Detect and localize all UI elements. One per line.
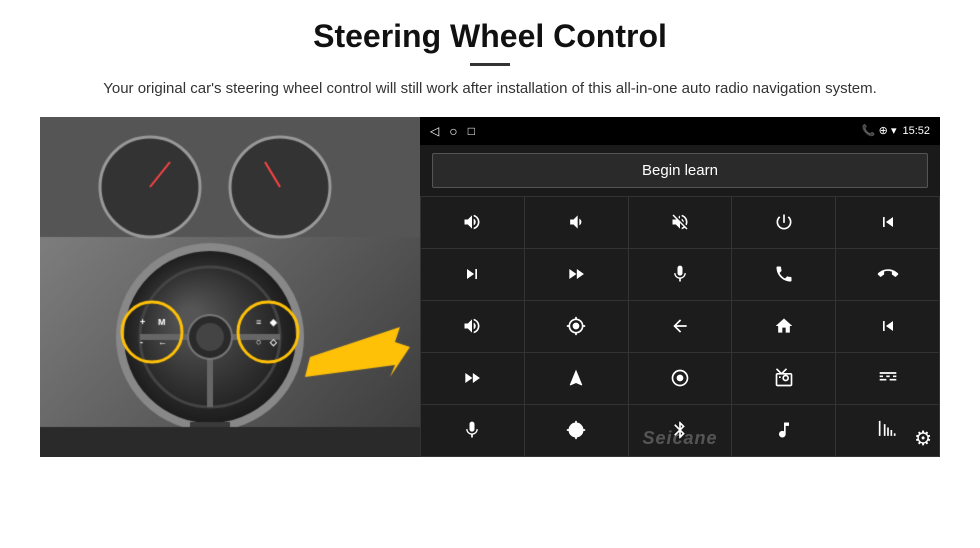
ctrl-btn-source[interactable] [629,353,732,404]
ctrl-btn-home[interactable] [732,301,835,352]
content-row: ◁ ○ □ 📞 ⊕ ▾ 15:52 Begin learn Seicane ⚙ [40,117,940,457]
car-image [40,117,420,457]
title-section: Steering Wheel Control Your original car… [40,18,940,117]
ctrl-btn-nav[interactable] [525,353,628,404]
ctrl-btn-skip-back[interactable] [836,301,939,352]
nav-recent-icon[interactable]: □ [468,124,475,138]
ctrl-btn-mic2[interactable] [421,405,524,456]
ctrl-btn-settings2[interactable] [525,405,628,456]
ctrl-btn-fast-fwd[interactable] [421,353,524,404]
ctrl-btn-prev-track[interactable] [836,197,939,248]
ctrl-btn-next[interactable] [421,249,524,300]
status-bar-nav: ◁ ○ □ [430,123,475,139]
android-ui: ◁ ○ □ 📞 ⊕ ▾ 15:52 Begin learn Seicane ⚙ [420,117,940,457]
ctrl-btn-power[interactable] [732,197,835,248]
ctrl-btn-music[interactable] [732,405,835,456]
ctrl-btn-bluetooth[interactable] [629,405,732,456]
ctrl-btn-back[interactable] [629,301,732,352]
gear-icon[interactable]: ⚙ [914,426,932,451]
clock: 15:52 [902,125,930,137]
ctrl-btn-mic[interactable] [629,249,732,300]
title-divider [470,63,510,66]
ctrl-btn-vol-down[interactable] [525,197,628,248]
ctrl-btn-eq[interactable] [836,353,939,404]
page-subtitle: Your original car's steering wheel contr… [80,78,900,101]
controls-grid [420,196,940,457]
ctrl-btn-hang-up[interactable] [836,249,939,300]
ctrl-btn-cam360[interactable] [525,301,628,352]
ctrl-btn-radio[interactable] [732,353,835,404]
status-icons: 📞 ⊕ ▾ [862,124,897,137]
page-title: Steering Wheel Control [40,18,940,55]
ctrl-btn-phone[interactable] [732,249,835,300]
status-bar-right: 📞 ⊕ ▾ 15:52 [862,124,930,137]
ctrl-btn-mute[interactable] [629,197,732,248]
begin-learn-button[interactable]: Begin learn [432,153,928,188]
ctrl-btn-horn[interactable] [421,301,524,352]
nav-back-icon[interactable]: ◁ [430,124,439,138]
status-bar: ◁ ○ □ 📞 ⊕ ▾ 15:52 [420,117,940,145]
ctrl-btn-ff[interactable] [525,249,628,300]
begin-learn-row: Begin learn [420,145,940,196]
nav-home-icon[interactable]: ○ [449,123,457,139]
ctrl-btn-vol-up[interactable] [421,197,524,248]
page-wrapper: Steering Wheel Control Your original car… [0,0,980,548]
steering-wheel-canvas [40,117,420,457]
